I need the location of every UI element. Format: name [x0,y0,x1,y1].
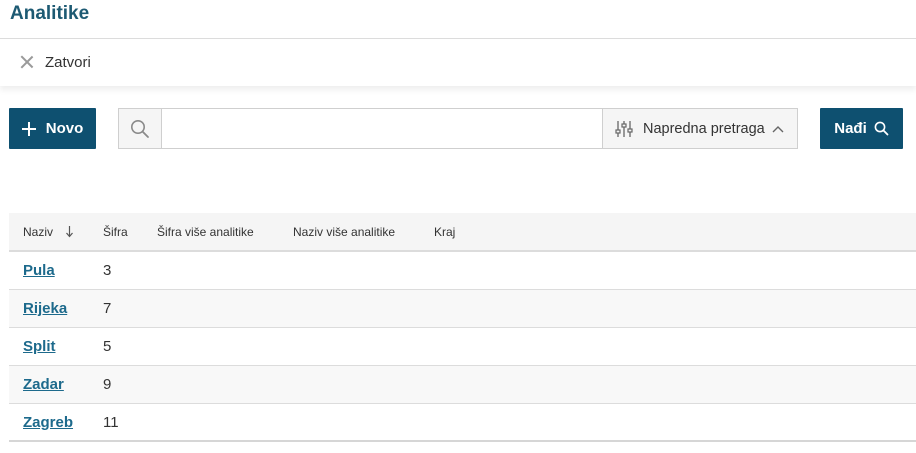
search-box: Napredna pretraga [118,108,798,149]
table-row: Split 5 [9,328,916,366]
row-name-link[interactable]: Split [23,328,56,365]
advanced-search-label: Napredna pretraga [643,120,765,137]
row-code: 11 [103,414,119,431]
row-code: 3 [103,262,112,279]
table-row: Rijeka 7 [9,290,916,328]
row-name-link[interactable]: Zadar [23,366,64,403]
table-row: Zadar 9 [9,366,916,404]
chevron-up-icon [772,125,784,132]
page-title: Analitike [10,3,90,24]
close-button[interactable]: Zatvori [19,51,91,73]
find-button[interactable]: Nađi [820,108,903,149]
new-button[interactable]: Novo [9,108,96,149]
find-button-label: Nađi [834,120,867,137]
table-row: Pula 3 [9,252,916,290]
new-button-label: Novo [45,120,84,137]
search-icon [874,121,889,136]
column-header-kraj[interactable]: Kraj [434,213,455,250]
column-header-naziv[interactable]: Naziv [23,213,74,250]
close-label: Zatvori [45,53,91,71]
column-header-parent-name[interactable]: Naziv više analitike [293,213,395,250]
column-header-sifra[interactable]: Šifra [103,213,128,250]
row-name-link[interactable]: Zagreb [23,404,73,441]
title-divider [0,38,916,39]
row-code: 7 [103,300,112,317]
search-input[interactable] [162,109,602,148]
sort-down-arrow-icon [66,226,73,238]
table-row: Zagreb 11 [9,404,916,442]
column-header-parent-code[interactable]: Šifra više analitike [157,213,254,250]
close-icon [19,54,35,70]
search-icon-cell [119,109,162,148]
top-section: Analitike Zatvori [0,0,916,86]
row-code: 9 [103,376,112,393]
row-code: 5 [103,338,112,355]
row-name-link[interactable]: Rijeka [23,290,67,327]
sliders-icon [615,120,633,137]
row-name-link[interactable]: Pula [23,252,55,289]
advanced-search-toggle[interactable]: Napredna pretraga [602,109,797,148]
table-header: Naziv Šifra Šifra više analitike Naziv v… [9,213,916,252]
search-icon [131,119,149,138]
analytics-table: Naziv Šifra Šifra više analitike Naziv v… [9,213,916,442]
plus-icon [21,121,36,136]
